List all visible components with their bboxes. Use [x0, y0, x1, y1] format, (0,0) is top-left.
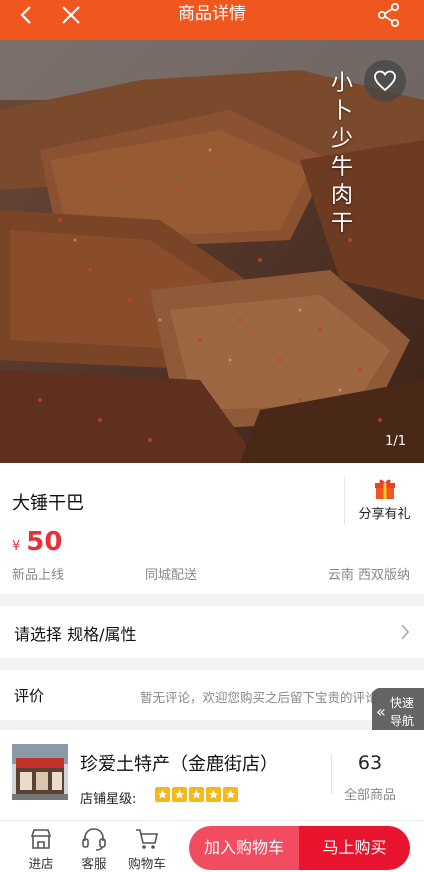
chevron-right-icon	[401, 624, 410, 640]
headset-icon	[82, 828, 106, 851]
quick-nav-line2: 导航	[390, 714, 415, 728]
bottom-action-bar: 进店 客服 购物车 加入购物车 马上购买	[0, 820, 424, 872]
favorite-button[interactable]	[364, 60, 406, 102]
gift-icon	[375, 479, 395, 499]
add-to-cart-button[interactable]: 加入购物车	[189, 826, 299, 870]
store-name: 珍爱土特产（金鹿街店）	[80, 754, 278, 775]
tab-cart[interactable]: 购物车	[122, 825, 172, 872]
product-name: 大锤干巴	[12, 493, 84, 514]
star-icon	[155, 787, 170, 802]
store-rating-stars	[155, 787, 238, 802]
image-pager: 1/1	[385, 434, 406, 449]
share-icon[interactable]	[376, 2, 402, 28]
tab-store[interactable]: 进店	[16, 825, 66, 872]
page-title: 商品详情	[178, 4, 246, 24]
tag-new: 新品上线	[12, 568, 65, 583]
star-icon	[189, 787, 204, 802]
product-price: ¥50	[12, 527, 62, 557]
share-gift-label: 分享有礼	[358, 507, 411, 522]
image-overlay-text: 小卜少牛肉干	[330, 71, 353, 236]
tab-service[interactable]: 客服	[69, 825, 119, 872]
top-bar: 商品详情	[0, 0, 424, 40]
heart-icon	[374, 70, 396, 92]
store-card[interactable]: 珍爱土特产（金鹿街店） 店铺星级: 63 全部商品	[0, 730, 424, 820]
price-value: 50	[26, 527, 63, 557]
beef-jerky-photo	[0, 40, 424, 463]
review-empty-text: 暂无评论，欢迎您购买之后留下宝贵的评论	[140, 690, 378, 705]
product-image[interactable]: 小卜少牛肉干 1/1	[0, 40, 424, 463]
double-chevron-left-icon: «	[376, 702, 386, 721]
all-products-link[interactable]: 全部商品	[335, 784, 405, 803]
quick-nav-line1: 快速	[390, 696, 415, 710]
product-info: 大锤干巴 分享有礼 ¥50 新品上线 同城配送 云南 西双版纳	[0, 463, 424, 594]
tab-cart-label: 购物车	[128, 856, 166, 871]
review-label: 评价	[14, 687, 45, 705]
spec-label: 请选择 规格/属性	[14, 625, 137, 644]
spec-selector[interactable]: 请选择 规格/属性	[0, 606, 424, 658]
tab-service-label: 客服	[81, 856, 107, 871]
star-icon	[206, 787, 221, 802]
currency-symbol: ¥	[12, 539, 21, 554]
star-icon	[172, 787, 187, 802]
buy-now-button[interactable]: 马上购买	[299, 826, 410, 870]
store-rating-label: 店铺星级:	[80, 792, 137, 807]
store-product-count: 63	[357, 752, 383, 774]
store-icon	[30, 829, 52, 849]
store-image	[12, 744, 68, 800]
star-icon	[223, 787, 238, 802]
review-section[interactable]: 评价 暂无评论，欢迎您购买之后留下宝贵的评论	[0, 670, 424, 720]
share-gift-button[interactable]: 分享有礼	[344, 477, 424, 525]
cart-icon	[136, 829, 158, 849]
divider	[331, 754, 332, 794]
tab-store-label: 进店	[28, 856, 54, 871]
tag-delivery: 同城配送	[145, 568, 198, 583]
origin-location: 云南 西双版纳	[327, 568, 410, 583]
